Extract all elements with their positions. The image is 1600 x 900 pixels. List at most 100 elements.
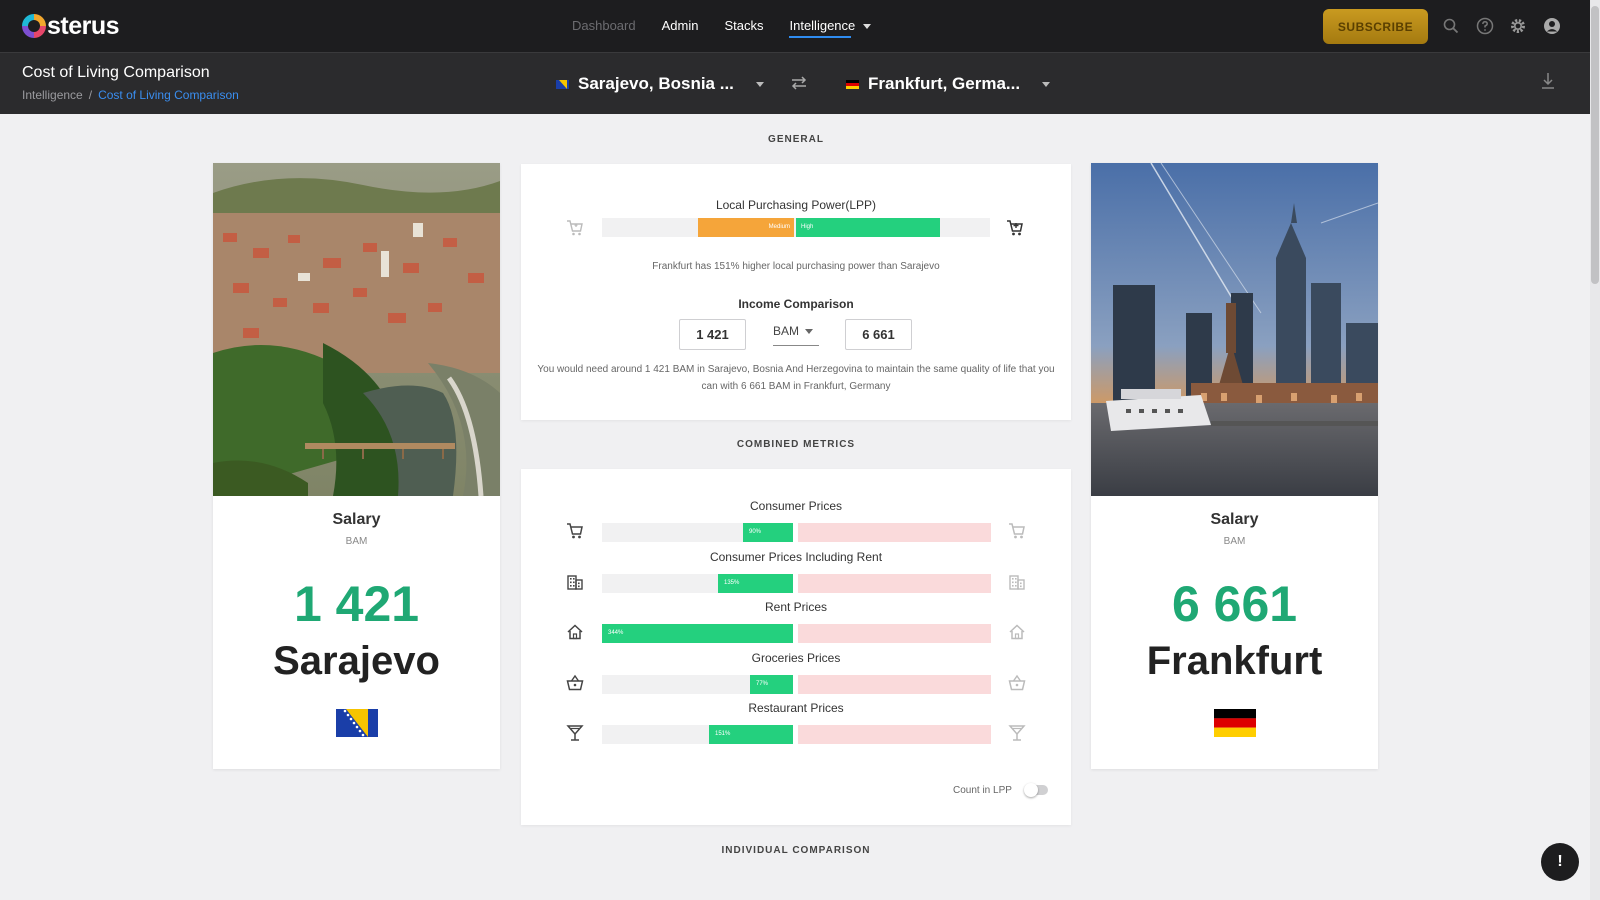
metric-bar-right — [798, 674, 991, 694]
basket-left-icon — [565, 673, 585, 693]
frankfurt-photo — [1091, 163, 1378, 496]
sarajevo-photo — [213, 163, 500, 496]
metric-bar-consumer-prices-including-rent: 135% — [602, 573, 992, 593]
city-name: Sarajevo — [273, 639, 440, 683]
metric-bar-left: 135% — [602, 573, 793, 593]
metric-bar-consumer-prices: 90% — [602, 523, 992, 542]
scrollbar-thumb[interactable] — [1591, 6, 1599, 284]
lpp-medium-segment: Medium — [698, 218, 794, 237]
section-individual-title: INDIVIDUAL COMPARISON — [721, 845, 871, 856]
currency-label: BAM — [773, 324, 800, 338]
top-navbar: sterus Dashboard Admin Stacks Intelligen… — [0, 0, 1590, 52]
salary-currency: BAM — [1223, 536, 1246, 547]
swap-cities-icon[interactable] — [788, 72, 810, 94]
metric-bar-left: 90% — [602, 523, 793, 542]
bosnia-flag-icon — [556, 79, 569, 89]
search-icon[interactable] — [1441, 16, 1461, 36]
salary-value: 1 421 — [293, 576, 420, 632]
cart-right-icon — [1007, 521, 1027, 541]
page-header: Cost of Living Comparison Intelligence / C… — [0, 52, 1590, 114]
metric-title-rent-prices: Rent Prices — [764, 600, 828, 614]
metric-bar-restaurant-prices: 151% — [602, 725, 992, 744]
building-right-icon — [1007, 572, 1027, 592]
section-combined-title: COMBINED METRICS — [736, 439, 856, 450]
germany-flag-icon — [846, 79, 859, 89]
count-in-lpp-toggle[interactable] — [1024, 783, 1048, 797]
cart-left-icon — [565, 521, 585, 541]
metric-bar-left: 344% — [602, 624, 793, 643]
metric-bar-right — [798, 624, 991, 643]
metric-bar-right — [798, 725, 991, 744]
nav-intelligence[interactable]: Intelligence — [789, 0, 872, 52]
nav-intelligence-label: Intelligence — [789, 18, 856, 33]
nav-stacks[interactable]: Stacks — [724, 0, 763, 52]
help-icon[interactable] — [1475, 16, 1495, 36]
app-logo[interactable]: sterus — [22, 11, 120, 40]
metric-fill: 90% — [743, 523, 793, 542]
logo-text: sterus — [47, 11, 120, 40]
breadcrumb: Intelligence / Cost of Living Comparison — [22, 88, 239, 102]
chevron-down-icon — [863, 24, 872, 30]
feedback-button[interactable]: ! — [1541, 843, 1579, 881]
metric-title-consumer-prices-including-rent: Consumer Prices Including Rent — [709, 549, 883, 564]
account-icon[interactable] — [1542, 16, 1562, 36]
bosnia-flag-icon — [336, 709, 378, 737]
lpp-title: Local Purchasing Power(LPP) — [715, 198, 877, 212]
nav-dashboard[interactable]: Dashboard — [572, 0, 636, 52]
lpp-note: Frankfurt has 151% higher local purchasi… — [652, 261, 940, 272]
metric-title-consumer-prices: Consumer Prices — [749, 499, 843, 513]
income-input-a[interactable]: 1 421 — [679, 319, 746, 350]
home-left-icon — [565, 622, 585, 642]
metric-fill: 344% — [602, 624, 793, 643]
salary-currency: BAM — [345, 536, 368, 547]
metric-bar-left: 77% — [602, 674, 793, 694]
metric-fill: 77% — [750, 674, 793, 694]
salary-label: Salary — [332, 511, 381, 528]
basket-right-icon — [1007, 673, 1027, 693]
metric-bar-right — [798, 523, 991, 542]
breadcrumb-intelligence[interactable]: Intelligence — [22, 88, 83, 102]
metric-bar-right — [798, 573, 991, 593]
page-scrollbar[interactable] — [1590, 0, 1600, 900]
lpp-bar: Medium High — [602, 218, 990, 237]
page-title: Cost of Living Comparison — [22, 64, 210, 81]
section-general-title: GENERAL — [768, 134, 824, 145]
city-b-select[interactable]: Frankfurt, Germa... — [846, 68, 1051, 100]
general-panel: Local Purchasing Power(LPP) Medium High … — [521, 164, 1071, 420]
city-card-a: Salary BAM 1 421 Sarajevo — [213, 163, 500, 769]
currency-select[interactable]: BAM — [773, 324, 819, 346]
salary-value: 6 661 — [1171, 576, 1298, 632]
germany-flag-icon — [1214, 709, 1256, 737]
income-comparison-title: Income Comparison — [738, 297, 854, 311]
nav-admin[interactable]: Admin — [662, 0, 699, 52]
city-a-select[interactable]: Sarajevo, Bosnia ... — [556, 68, 764, 100]
metric-bar-groceries-prices: 77% — [602, 674, 992, 694]
chevron-down-icon — [755, 81, 764, 87]
metric-bar-left: 151% — [602, 725, 793, 744]
metric-title-restaurant-prices: Restaurant Prices — [748, 701, 844, 715]
city-name: Frankfurt — [1146, 639, 1323, 683]
city-a-label: Sarajevo, Bosnia ... — [578, 74, 734, 93]
salary-label: Salary — [1210, 511, 1259, 528]
metric-fill: 135% — [718, 573, 793, 593]
subscribe-button[interactable]: SUBSCRIBE — [1323, 9, 1428, 44]
gear-icon[interactable] — [1508, 16, 1528, 36]
logo-ring-icon — [22, 14, 46, 38]
breadcrumb-separator: / — [88, 88, 93, 102]
cocktail-left-icon — [565, 723, 585, 743]
combined-metrics-panel: Consumer Prices 90% Consumer Prices Includ… — [521, 469, 1071, 825]
count-in-lpp-label: Count in LPP — [953, 785, 1012, 796]
income-input-b[interactable]: 6 661 — [845, 319, 912, 350]
cart-add-icon — [1005, 218, 1025, 238]
chevron-down-icon — [805, 329, 814, 335]
download-icon[interactable] — [1538, 70, 1558, 92]
building-left-icon — [565, 572, 585, 592]
cart-outline-icon — [565, 218, 585, 238]
cocktail-right-icon — [1007, 723, 1027, 743]
city-card-b: Salary BAM 6 661 Frankfurt — [1091, 163, 1378, 769]
city-b-label: Frankfurt, Germa... — [868, 74, 1021, 93]
breadcrumb-current[interactable]: Cost of Living Comparison — [98, 88, 239, 102]
home-right-icon — [1007, 622, 1027, 642]
metric-fill: 151% — [709, 725, 793, 744]
chevron-down-icon — [1042, 81, 1051, 87]
